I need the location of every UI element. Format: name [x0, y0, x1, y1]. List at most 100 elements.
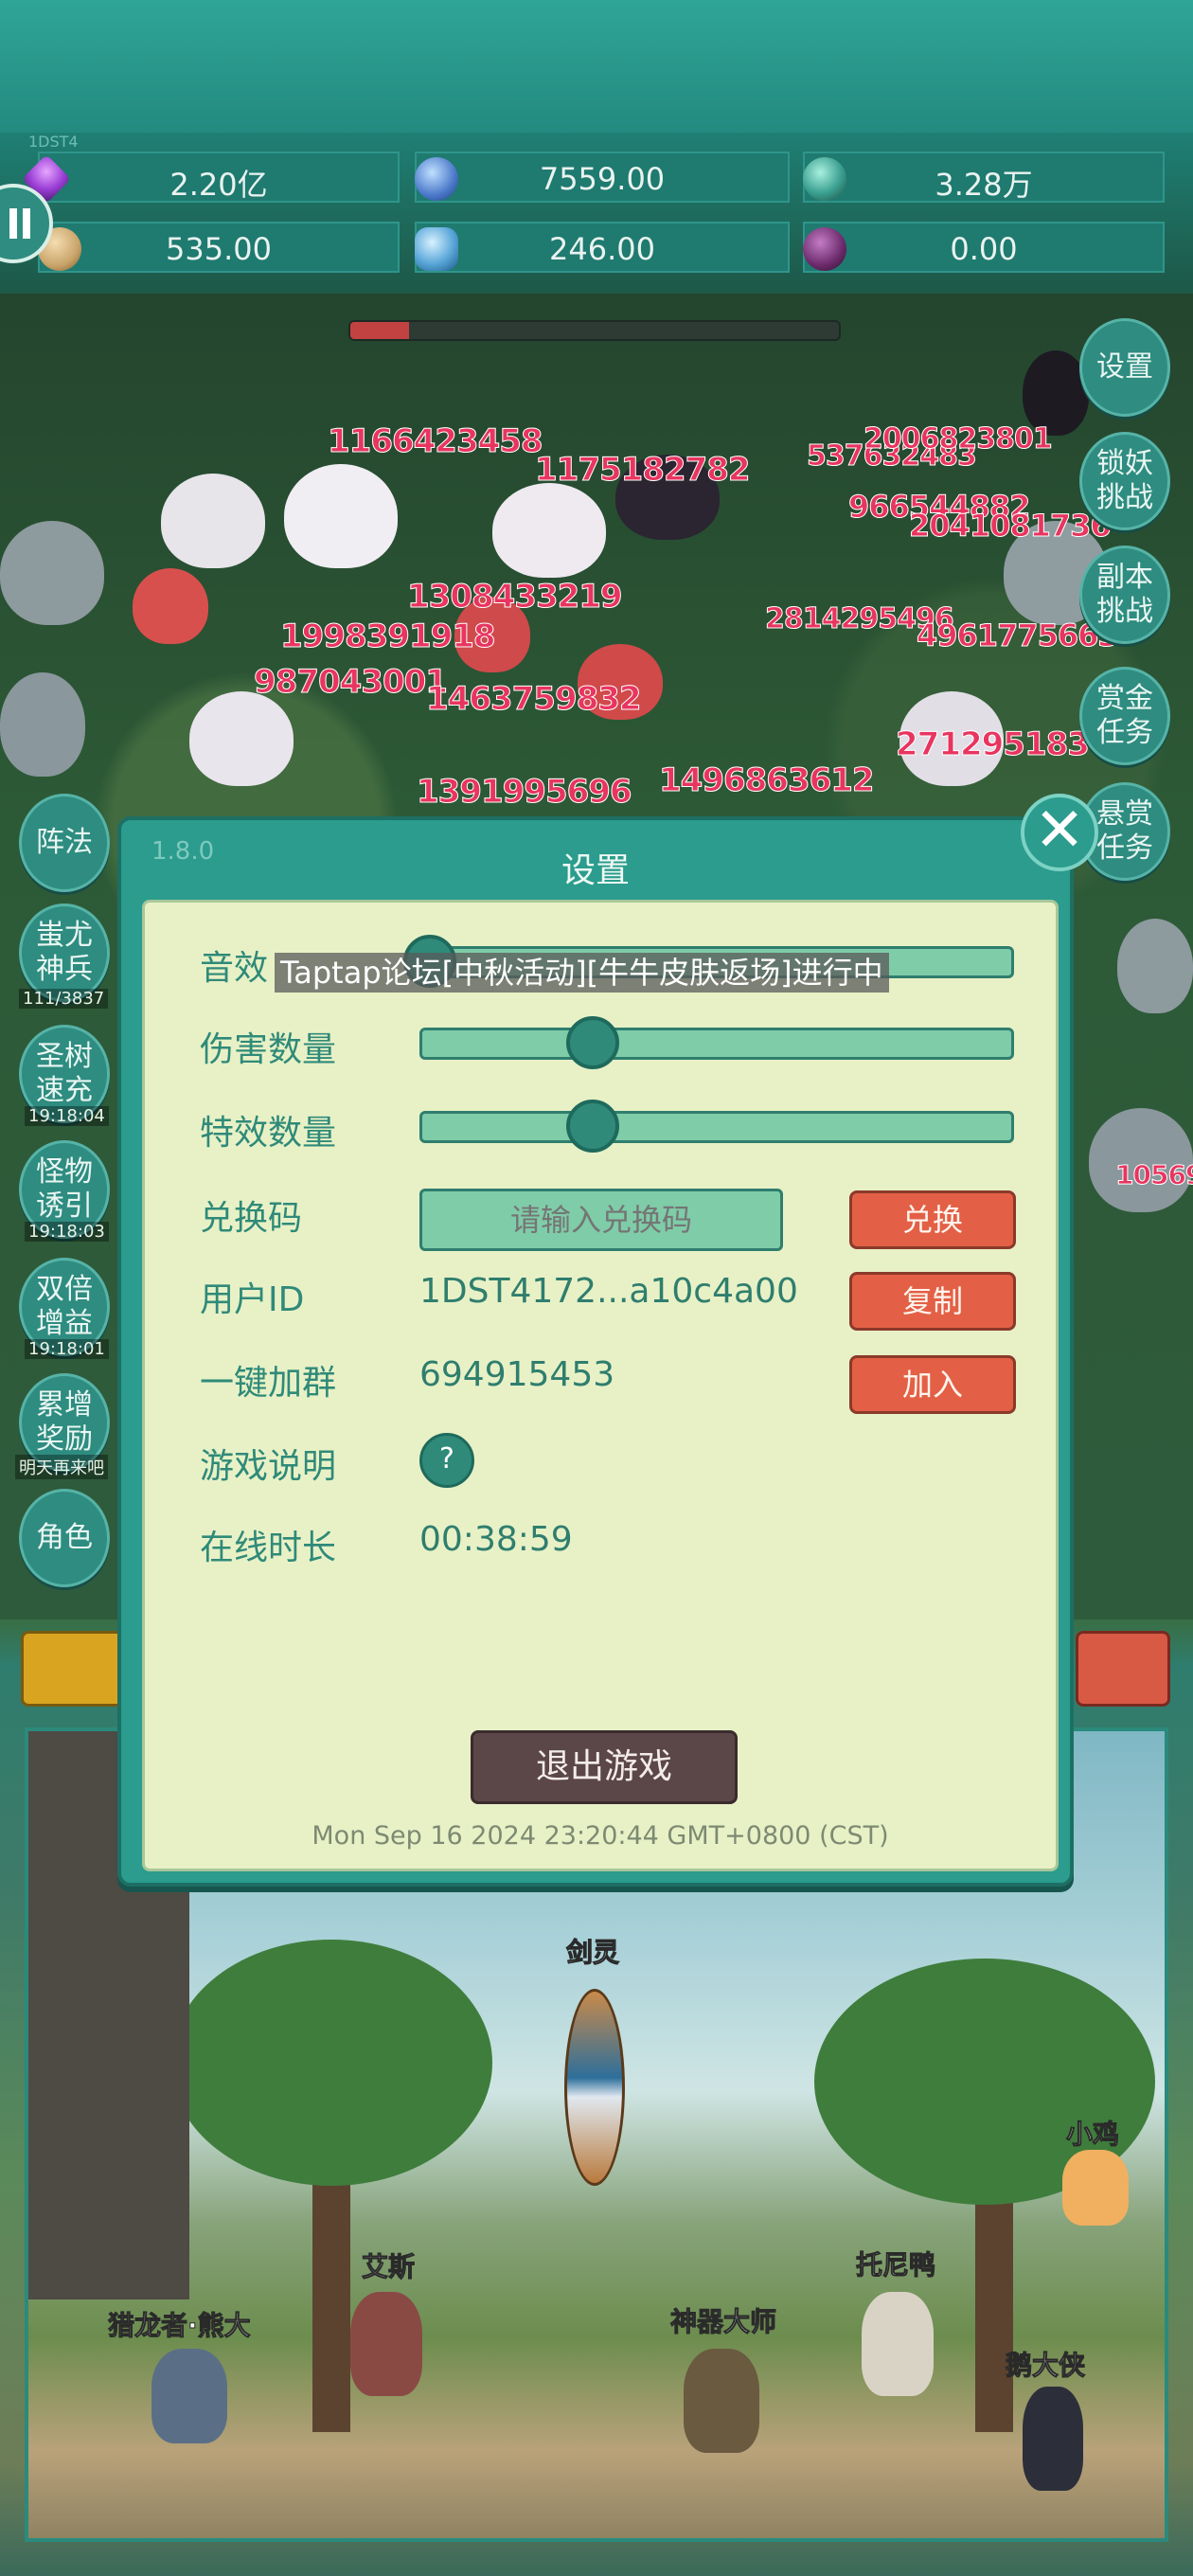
online-time-value: 00:38:59: [419, 1520, 573, 1559]
effects-count-slider[interactable]: [419, 1100, 1014, 1153]
resource-value: 0.00: [950, 231, 1018, 267]
close-icon: ✕: [1034, 796, 1085, 866]
sword-spirit-surfboard[interactable]: [564, 1989, 625, 2186]
game-screen: 1DST4 2.20亿 7559.00 3.28万 535.00 246.00 …: [0, 0, 1193, 2576]
close-dialog-button[interactable]: ✕: [1021, 794, 1098, 871]
resource-value: 2.20亿: [169, 167, 268, 203]
demon-lock-challenge-button[interactable]: 锁妖挑战: [1079, 432, 1170, 530]
character-button[interactable]: 角色: [19, 1489, 110, 1587]
sound-label: 音效: [200, 949, 269, 988]
resource-cell: 0.00: [803, 222, 1165, 273]
resource-row-1: 2.20亿 7559.00 3.28万: [0, 152, 1193, 214]
character-name: 艾斯: [361, 2251, 416, 2283]
damage-number: 987043001: [254, 663, 449, 702]
resource-value: 535.00: [166, 231, 272, 267]
menu-label: 锁妖挑战: [1096, 447, 1153, 514]
bounty-task-button[interactable]: 赏金任务: [1079, 667, 1170, 765]
damage-number: 271295183: [896, 725, 1091, 764]
menu-label: 累增奖励: [36, 1388, 93, 1456]
exit-game-button[interactable]: 退出游戏: [471, 1730, 738, 1804]
red-imp-monster: [133, 568, 208, 644]
resource-cell: 7559.00: [415, 152, 790, 203]
grey-owl-monster: [1117, 919, 1193, 1013]
damage-number: 1175182782: [535, 451, 752, 490]
character-name: 小鸡: [1065, 2119, 1120, 2151]
ace-character[interactable]: [350, 2292, 422, 2396]
tree-canopy: [170, 1940, 492, 2186]
timestamp: Mon Sep 16 2024 23:20:44 GMT+0800 (CST): [312, 1821, 889, 1851]
announcement-ticker: Taptap论坛[中秋活动][牛牛皮肤返场]进行中: [275, 953, 889, 993]
menu-label: 设置: [1096, 350, 1153, 384]
yellow-action-bar[interactable]: [21, 1631, 125, 1707]
redeem-button[interactable]: 兑换: [849, 1190, 1016, 1249]
resource-value: 246.00: [549, 231, 655, 267]
slider-handle[interactable]: [566, 1100, 619, 1153]
effects-count-label: 特效数量: [200, 1114, 337, 1153]
damage-number: 1998391918: [280, 617, 497, 656]
redeem-code-label: 兑换码: [200, 1199, 303, 1238]
resource-value: 3.28万: [935, 167, 1033, 203]
goose-hero-character[interactable]: [1023, 2387, 1083, 2491]
menu-label: 双倍增益: [36, 1273, 93, 1340]
menu-label: 悬赏任务: [1096, 797, 1153, 865]
copy-button[interactable]: 复制: [849, 1272, 1016, 1331]
chick-character[interactable]: [1062, 2150, 1129, 2226]
damage-number: 1391995696: [417, 773, 633, 812]
artifact-master-character[interactable]: [684, 2349, 759, 2453]
dragon-hunter-bear-character[interactable]: [151, 2349, 227, 2443]
boss-hp-bar: [348, 320, 841, 341]
damage-number: 2006823801: [864, 422, 1054, 456]
grey-owl-monster: [0, 521, 104, 625]
grey-owl-monster: [0, 672, 85, 777]
settings-menu-button[interactable]: 设置: [1079, 318, 1170, 417]
pause-icon: [9, 208, 17, 239]
menu-label: 阵法: [36, 826, 93, 859]
resource-cell: 246.00: [415, 222, 790, 273]
ghost-monster: [161, 474, 265, 568]
resource-row-2: 535.00 246.00 0.00: [0, 222, 1193, 284]
online-time-label: 在线时长: [200, 1529, 337, 1567]
damage-number: 1056909: [1114, 1159, 1193, 1191]
damage-number: 2041081736: [909, 508, 1113, 545]
redeem-code-input[interactable]: [419, 1189, 783, 1251]
character-name: 猎龙者·熊大: [108, 2310, 252, 2342]
tony-duck-character[interactable]: [862, 2292, 934, 2396]
dungeon-challenge-button[interactable]: 副本挑战: [1079, 546, 1170, 644]
settings-panel: 音效 伤害数量 特效数量 兑换码 兑换 用户ID 1DST4172...a10c…: [142, 900, 1059, 1871]
sacred-tree-timer: 19:18:04: [25, 1106, 109, 1126]
ghost-monster: [284, 464, 398, 568]
character-name: 神器大师: [669, 2306, 777, 2338]
damage-number: 1166423458: [328, 422, 544, 461]
damage-number: 1496863612: [659, 761, 876, 800]
menu-label: 副本挑战: [1096, 561, 1153, 628]
hud-version: 1DST4: [28, 133, 79, 151]
formation-button[interactable]: 阵法: [19, 794, 110, 892]
menu-label: 怪物诱引: [36, 1155, 93, 1223]
chiyou-weapon-progress: 111/3837: [19, 989, 109, 1009]
double-boost-timer: 19:18:01: [25, 1339, 109, 1359]
menu-label: 角色: [36, 1521, 93, 1554]
damage-count-label: 伤害数量: [200, 1030, 337, 1069]
ghost-monster: [492, 483, 606, 578]
help-button[interactable]: ?: [419, 1433, 474, 1488]
cumulative-reward-status: 明天再来吧: [15, 1455, 108, 1479]
damage-number: 1463759832: [426, 680, 643, 719]
join-group-label: 一键加群: [200, 1364, 337, 1403]
character-name: 剑灵: [565, 1937, 620, 1969]
ghost-monster: [189, 691, 294, 786]
red-action-bar[interactable]: [1076, 1631, 1170, 1707]
resource-cell: 3.28万: [803, 152, 1165, 203]
game-guide-label: 游戏说明: [200, 1447, 337, 1486]
character-name: 鹅大侠: [1005, 2350, 1086, 2382]
resource-value: 7559.00: [539, 161, 666, 197]
group-number-value: 694915453: [419, 1355, 615, 1394]
character-name: 托尼鸭: [855, 2249, 936, 2281]
menu-label: 赏金任务: [1096, 682, 1153, 749]
boss-hp-fill: [350, 322, 409, 339]
join-button[interactable]: 加入: [849, 1355, 1016, 1414]
slider-handle[interactable]: [566, 1016, 619, 1069]
damage-number: 1308433219: [407, 578, 624, 617]
damage-count-slider[interactable]: [419, 1016, 1014, 1069]
resource-cell: 535.00: [38, 222, 400, 273]
chiyou-weapon-button[interactable]: 蚩尤神兵: [19, 903, 110, 1002]
